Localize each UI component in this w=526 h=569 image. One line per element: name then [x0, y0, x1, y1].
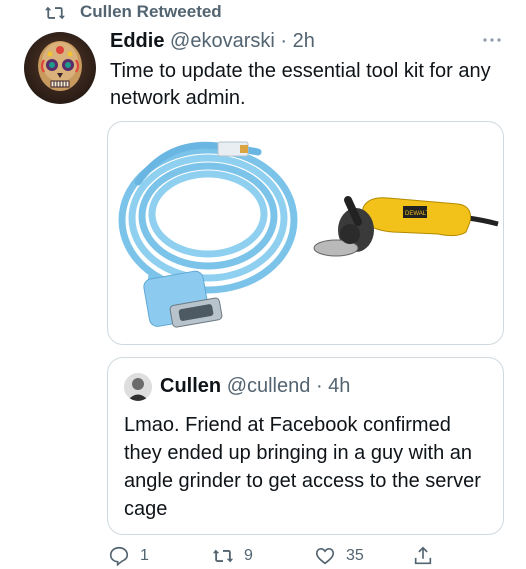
retweet-button[interactable]: 9 — [212, 545, 253, 567]
more-options-icon[interactable] — [480, 30, 504, 50]
quote-text: Lmao. Friend at Facebook confirmed they … — [124, 414, 481, 520]
quote-avatar[interactable] — [124, 373, 152, 401]
avatar[interactable] — [24, 32, 96, 104]
tweet-time[interactable]: · 2h — [280, 30, 314, 52]
sugar-skull-icon — [38, 41, 82, 91]
person-photo-icon — [124, 373, 152, 401]
console-cable-image[interactable] — [108, 122, 308, 344]
tweet-text: Time to update the essential tool kit fo… — [110, 60, 491, 109]
author-name[interactable]: Eddie — [110, 30, 164, 52]
quote-header: Cullen @cullend · 4h — [160, 375, 350, 398]
retweet-icon — [45, 6, 65, 20]
quote-author-handle[interactable]: @cullend — [227, 375, 311, 397]
tweet-header: Eddie @ekovarski · 2h — [110, 30, 315, 53]
reply-icon — [109, 546, 129, 567]
tweet-media[interactable]: DEWALT — [107, 121, 504, 345]
angle-grinder-image[interactable]: DEWALT — [308, 122, 503, 344]
reply-count: 1 — [140, 547, 149, 564]
grinder-brand: DEWALT — [405, 211, 430, 217]
retweet-action-icon — [212, 549, 234, 563]
quote-time[interactable]: · 4h — [316, 375, 350, 397]
author-handle[interactable]: @ekovarski — [170, 30, 275, 52]
share-icon — [414, 546, 432, 565]
like-count: 35 — [346, 547, 364, 564]
share-button[interactable] — [412, 545, 444, 567]
quote-author-name[interactable]: Cullen — [160, 375, 221, 397]
retweet-count: 9 — [244, 547, 253, 564]
retweeted-by-label[interactable]: Cullen Retweeted — [80, 2, 222, 22]
heart-icon — [315, 548, 335, 565]
reply-button[interactable]: 1 — [108, 545, 149, 567]
like-button[interactable]: 35 — [314, 545, 364, 567]
